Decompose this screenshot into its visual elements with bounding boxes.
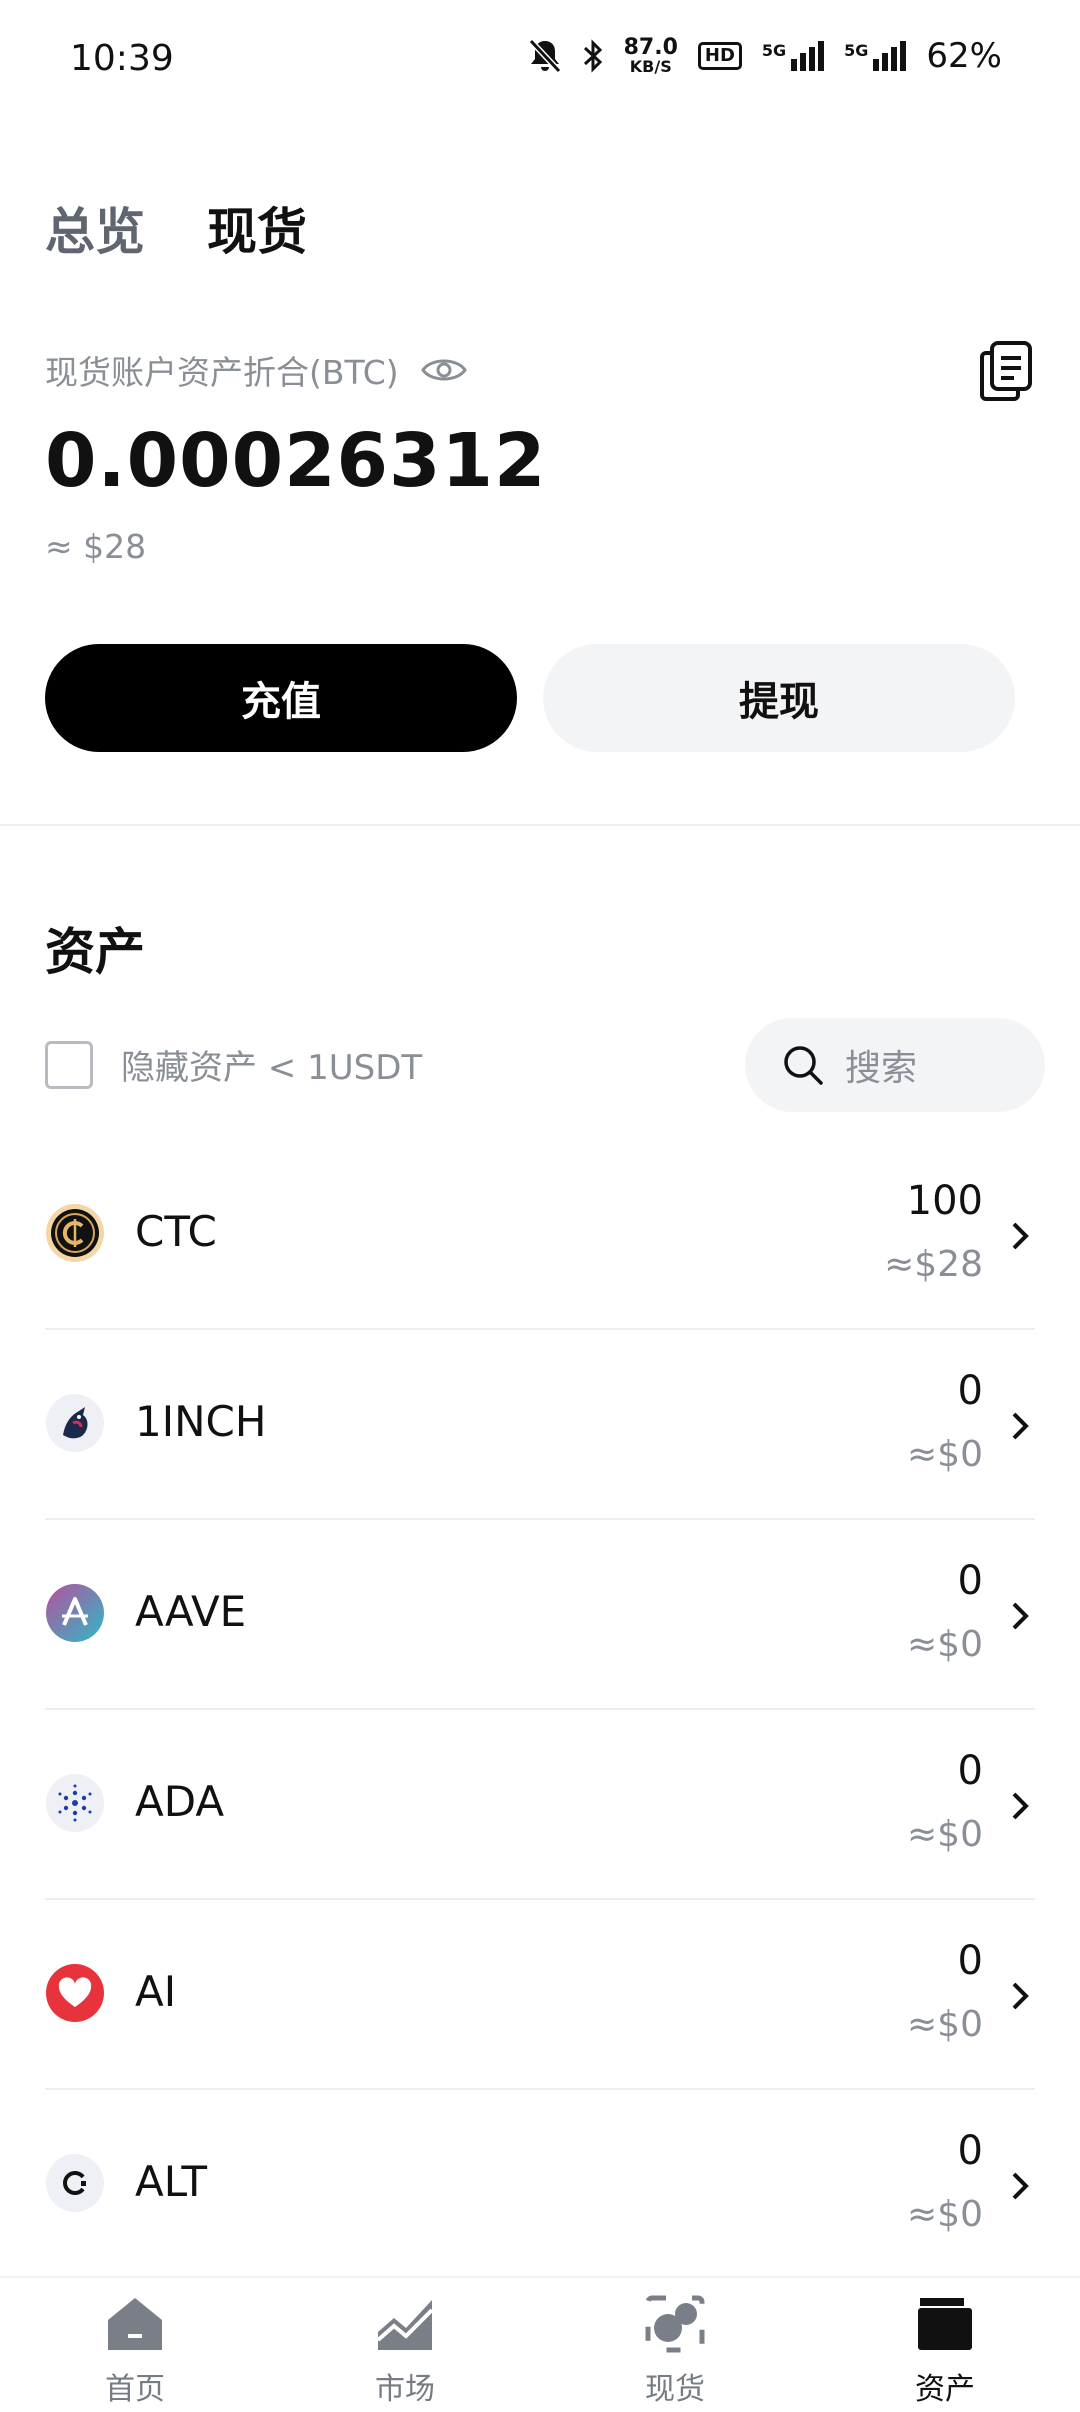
asset-row-ada[interactable]: ADA 0 ≈$0 (45, 1710, 1035, 1900)
ai-coin-icon (46, 1964, 104, 2022)
signal-2-icon: 5G (844, 41, 907, 71)
top-tabs: 总览 现货 (45, 192, 307, 264)
net-speed-value: 87.0 (623, 35, 678, 60)
network-speed: 87.0 KB/S (624, 37, 678, 75)
coin-symbol: CTC (135, 1207, 217, 1256)
asset-list: CTC 100 ≈$28 1INCH 0 ≈$0 AAVE 0 ≈$0 ADA … (45, 1140, 1035, 2280)
status-time: 10:39 (70, 38, 174, 79)
nav-spot[interactable]: 现货 (540, 2278, 810, 2412)
aave-coin-icon (46, 1584, 104, 1642)
withdraw-button[interactable]: 提现 (543, 644, 1015, 752)
chevron-right-icon (1012, 1222, 1029, 1250)
status-icons: 87.0 KB/S HD 5G 5G 62% (528, 36, 1002, 76)
coin-usd-value: ≈$0 (907, 2004, 983, 2045)
coin-symbol: AI (135, 1967, 177, 2016)
asset-search-input[interactable]: 搜索 (745, 1018, 1045, 1112)
coin-amount: 0 (957, 1558, 983, 1604)
deposit-button[interactable]: 充值 (45, 644, 517, 752)
coin-amount: 0 (957, 1938, 983, 1984)
ctc-coin-icon (46, 1204, 104, 1262)
hide-small-assets-filter: 隐藏资产 < 1USDT (45, 1040, 422, 1089)
coin-symbol: ALT (135, 2157, 208, 2206)
section-divider (0, 824, 1080, 826)
market-chart-icon (376, 2300, 434, 2350)
btc-balance: 0.00026312 (45, 418, 547, 504)
coin-symbol: 1INCH (135, 1397, 267, 1446)
hide-small-assets-checkbox[interactable] (45, 1040, 93, 1089)
hide-small-assets-label[interactable]: 隐藏资产 < 1USDT (121, 1040, 422, 1089)
spot-trade-icon (645, 2295, 705, 2353)
ada-coin-icon (46, 1774, 104, 1832)
coin-usd-value: ≈$28 (884, 1244, 983, 1285)
search-icon (784, 1046, 823, 1085)
nav-assets-label: 资产 (915, 2372, 975, 2407)
asset-row-ai[interactable]: AI 0 ≈$0 (45, 1900, 1035, 2090)
records-document-icon[interactable] (978, 340, 1034, 402)
asset-row-alt[interactable]: ALT 0 ≈$0 (45, 2090, 1035, 2280)
chevron-right-icon (1012, 1602, 1029, 1630)
search-placeholder: 搜索 (845, 1048, 918, 1089)
coin-usd-value: ≈$0 (907, 1624, 983, 1665)
coin-usd-value: ≈$0 (907, 1814, 983, 1855)
nav-spot-label: 现货 (645, 2372, 705, 2407)
account-label: 现货账户资产折合(BTC) (45, 353, 399, 392)
nav-home-label: 首页 (105, 2372, 165, 2407)
tab-overview[interactable]: 总览 (45, 192, 145, 264)
home-icon (108, 2298, 162, 2350)
coin-amount: 0 (957, 1748, 983, 1794)
nav-home[interactable]: 首页 (0, 2278, 270, 2412)
asset-row-ctc[interactable]: CTC 100 ≈$28 (45, 1140, 1035, 1330)
nav-assets[interactable]: 资产 (810, 2278, 1080, 2412)
coin-symbol: ADA (135, 1777, 225, 1826)
nav-market[interactable]: 市场 (270, 2278, 540, 2412)
coin-symbol: AAVE (135, 1587, 247, 1636)
hd-voice-badge: HD (697, 42, 742, 70)
bottom-navigation: 首页 市场 现货 资产 (0, 2276, 1080, 2412)
chevron-right-icon (1012, 1412, 1029, 1440)
action-buttons: 充值 提现 (45, 644, 1015, 752)
chevron-right-icon (1012, 1792, 1029, 1820)
net-speed-unit: KB/S (629, 57, 672, 76)
asset-row-1inch[interactable]: 1INCH 0 ≈$0 (45, 1330, 1035, 1520)
status-bar: 10:39 87.0 KB/S HD 5G 5G 62% (0, 0, 1080, 124)
coin-usd-value: ≈$0 (907, 2194, 983, 2235)
wallet-icon (918, 2298, 972, 2350)
balance-usd-value: ≈ $28 (45, 527, 147, 566)
signal-1-label: 5G (761, 41, 787, 60)
battery-level: 62% (926, 36, 1002, 76)
account-label-row: 现货账户资产折合(BTC) (45, 346, 467, 394)
mute-bell-icon (528, 38, 561, 74)
chevron-right-icon (1012, 2172, 1029, 2200)
coin-amount: 100 (906, 1178, 983, 1224)
1inch-coin-icon (46, 1394, 104, 1452)
coin-amount: 0 (957, 2128, 983, 2174)
tab-spot[interactable]: 现货 (207, 192, 307, 264)
coin-amount: 0 (957, 1368, 983, 1414)
nav-market-label: 市场 (375, 2372, 435, 2407)
signal-1-icon: 5G (761, 41, 825, 71)
eye-icon[interactable] (420, 355, 467, 385)
signal-2-label: 5G (844, 41, 869, 60)
asset-row-aave[interactable]: AAVE 0 ≈$0 (45, 1520, 1035, 1710)
assets-section-title: 资产 (45, 923, 145, 981)
chevron-right-icon (1012, 1982, 1029, 2010)
coin-usd-value: ≈$0 (907, 1434, 983, 1475)
alt-coin-icon (46, 2154, 104, 2212)
bluetooth-icon (583, 39, 602, 73)
